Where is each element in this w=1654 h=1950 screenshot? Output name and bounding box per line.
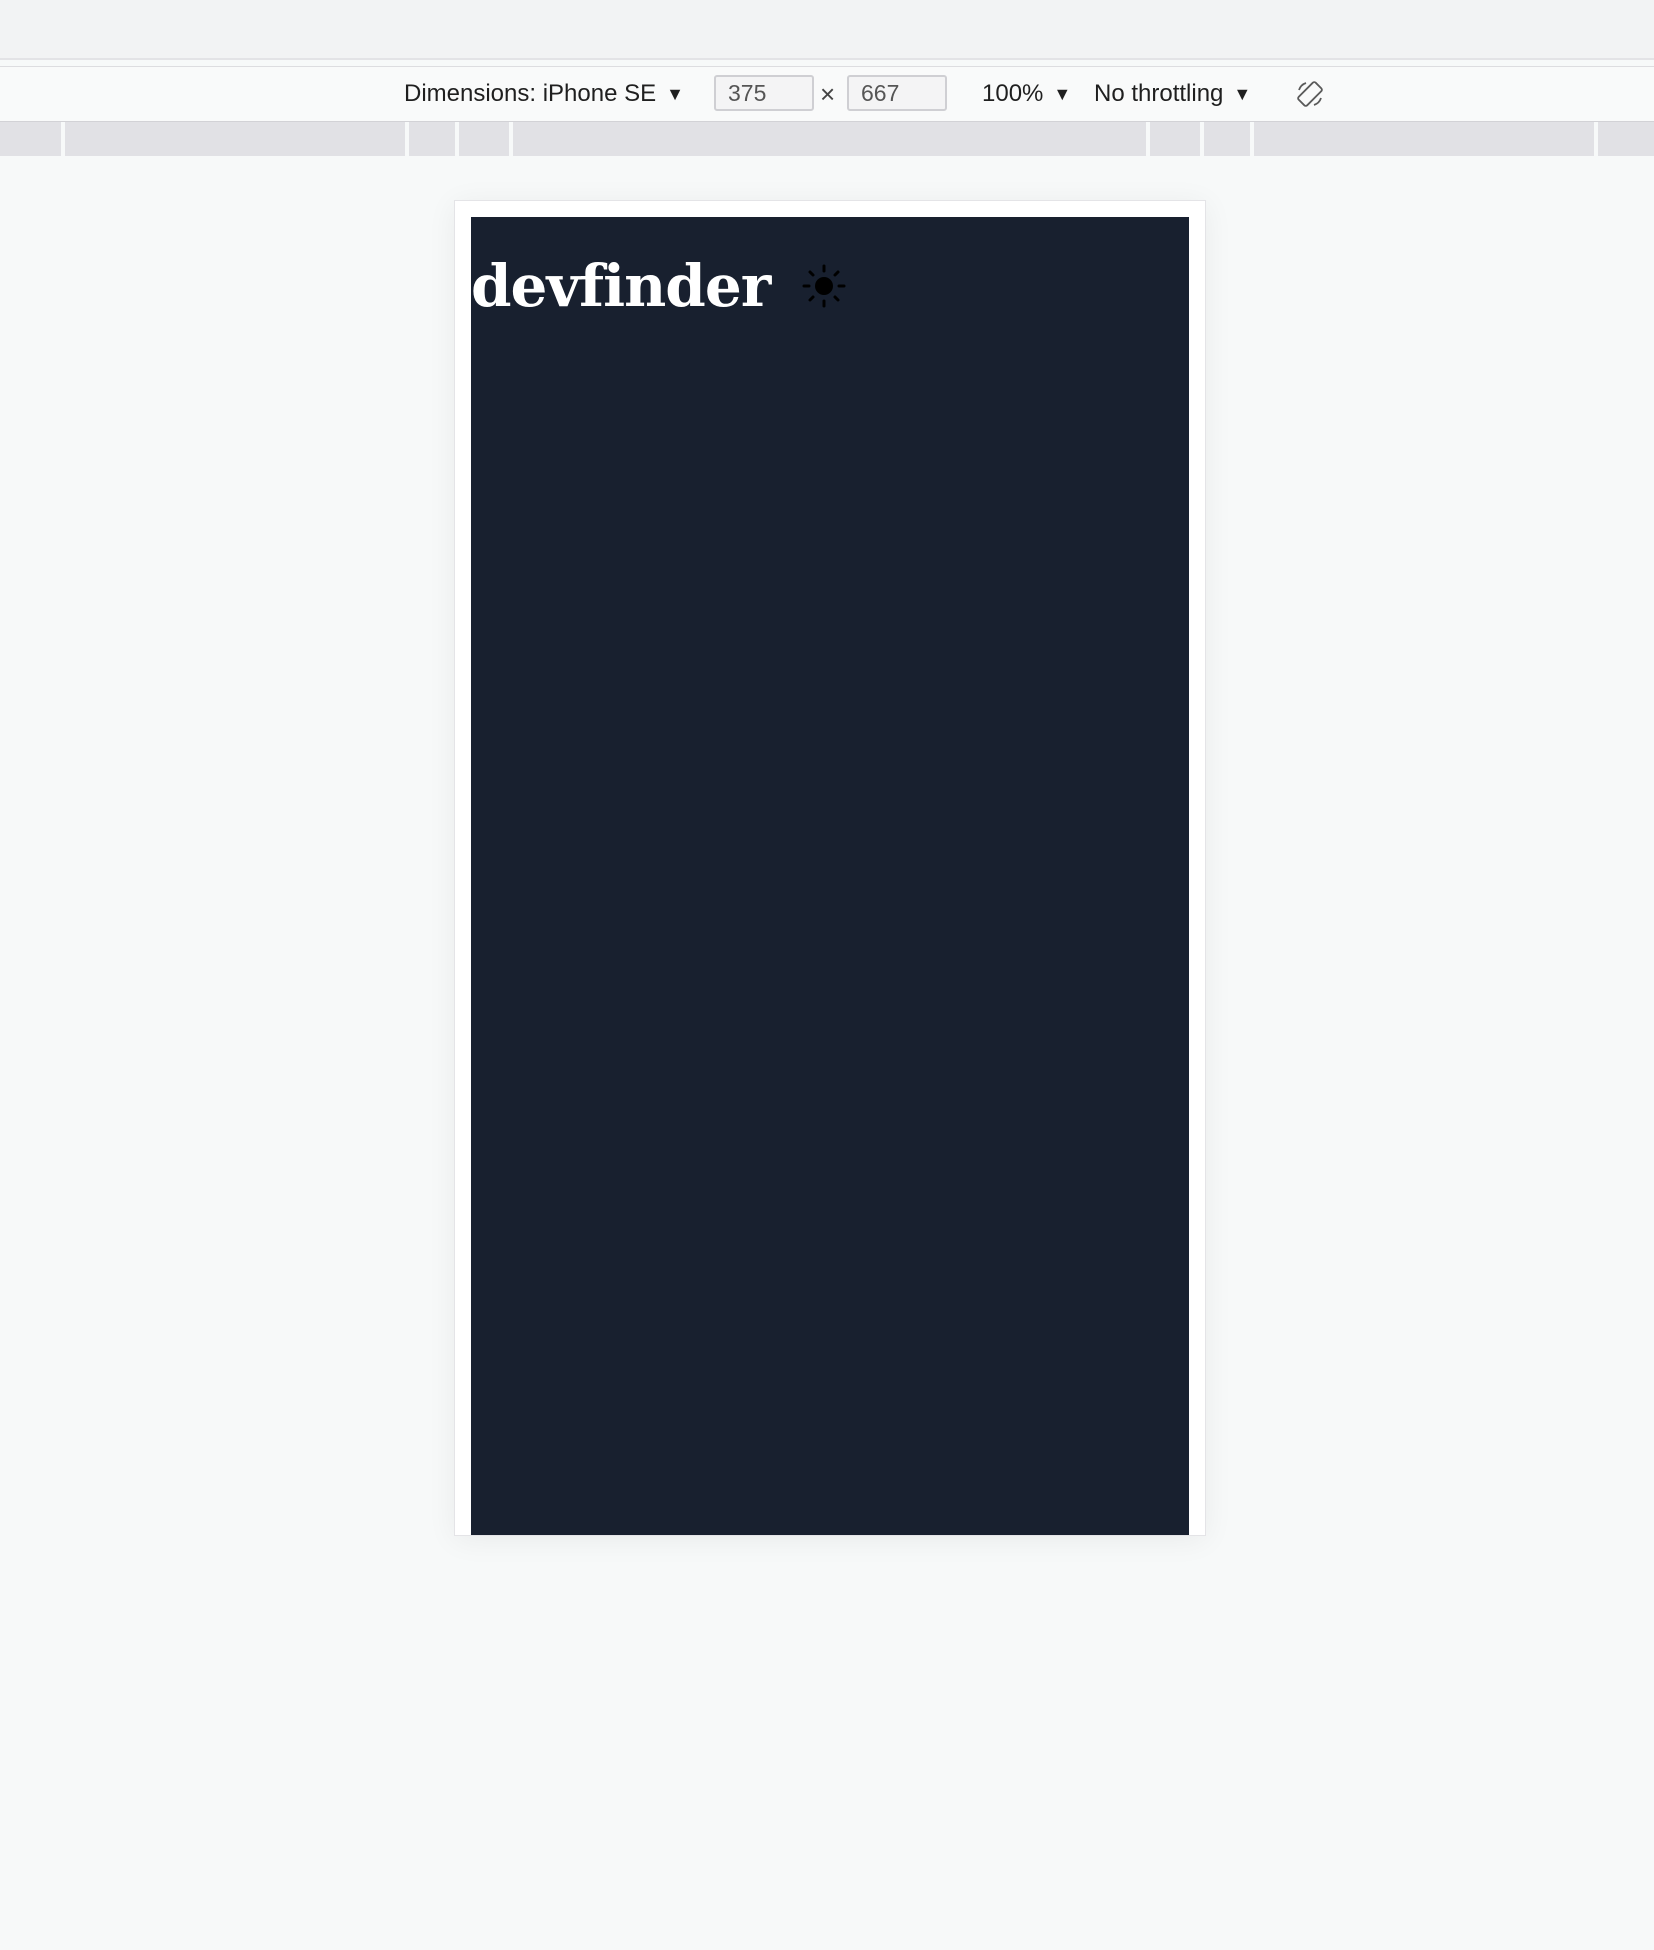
chevron-down-icon: ▼: [1233, 83, 1252, 104]
rotate-device-button[interactable]: [1292, 76, 1328, 112]
app-title: devfinder: [471, 252, 771, 320]
throttling-dropdown[interactable]: No throttling ▼: [1094, 67, 1251, 121]
width-input[interactable]: [714, 75, 814, 111]
media-query-ruler: [0, 122, 1654, 156]
dimensions-label: Dimensions: iPhone SE: [404, 80, 657, 107]
browser-top-strip: [0, 0, 1654, 60]
ruler-segment[interactable]: [459, 122, 509, 156]
height-input[interactable]: [847, 75, 947, 111]
chevron-down-icon: ▼: [666, 83, 684, 104]
ruler-segment[interactable]: [513, 122, 1146, 156]
ruler-segment[interactable]: [1598, 122, 1654, 156]
responsive-toolbar: Dimensions: iPhone SE ▼ × 100% ▼ No thro…: [0, 66, 1654, 123]
device-viewport: devfinder: [471, 217, 1189, 1535]
app-header: devfinder: [471, 257, 846, 315]
ruler-segment[interactable]: [65, 122, 405, 156]
zoom-label: 100%: [982, 80, 1044, 107]
sun-icon: [802, 264, 846, 308]
chevron-down-icon: ▼: [1053, 83, 1072, 104]
ruler-segment[interactable]: [1204, 122, 1250, 156]
dimensions-dropdown[interactable]: Dimensions: iPhone SE ▼: [404, 67, 684, 121]
ruler-segment[interactable]: [409, 122, 455, 156]
times-icon: ×: [820, 78, 836, 109]
zoom-dropdown[interactable]: 100% ▼: [982, 67, 1071, 121]
ruler-segment[interactable]: [1254, 122, 1594, 156]
ruler-segment[interactable]: [0, 122, 61, 156]
throttling-label: No throttling: [1094, 80, 1224, 107]
ruler-segment[interactable]: [1150, 122, 1200, 156]
rotate-icon: [1297, 81, 1323, 107]
theme-toggle-button[interactable]: [802, 264, 846, 308]
device-frame: devfinder: [454, 200, 1206, 1536]
